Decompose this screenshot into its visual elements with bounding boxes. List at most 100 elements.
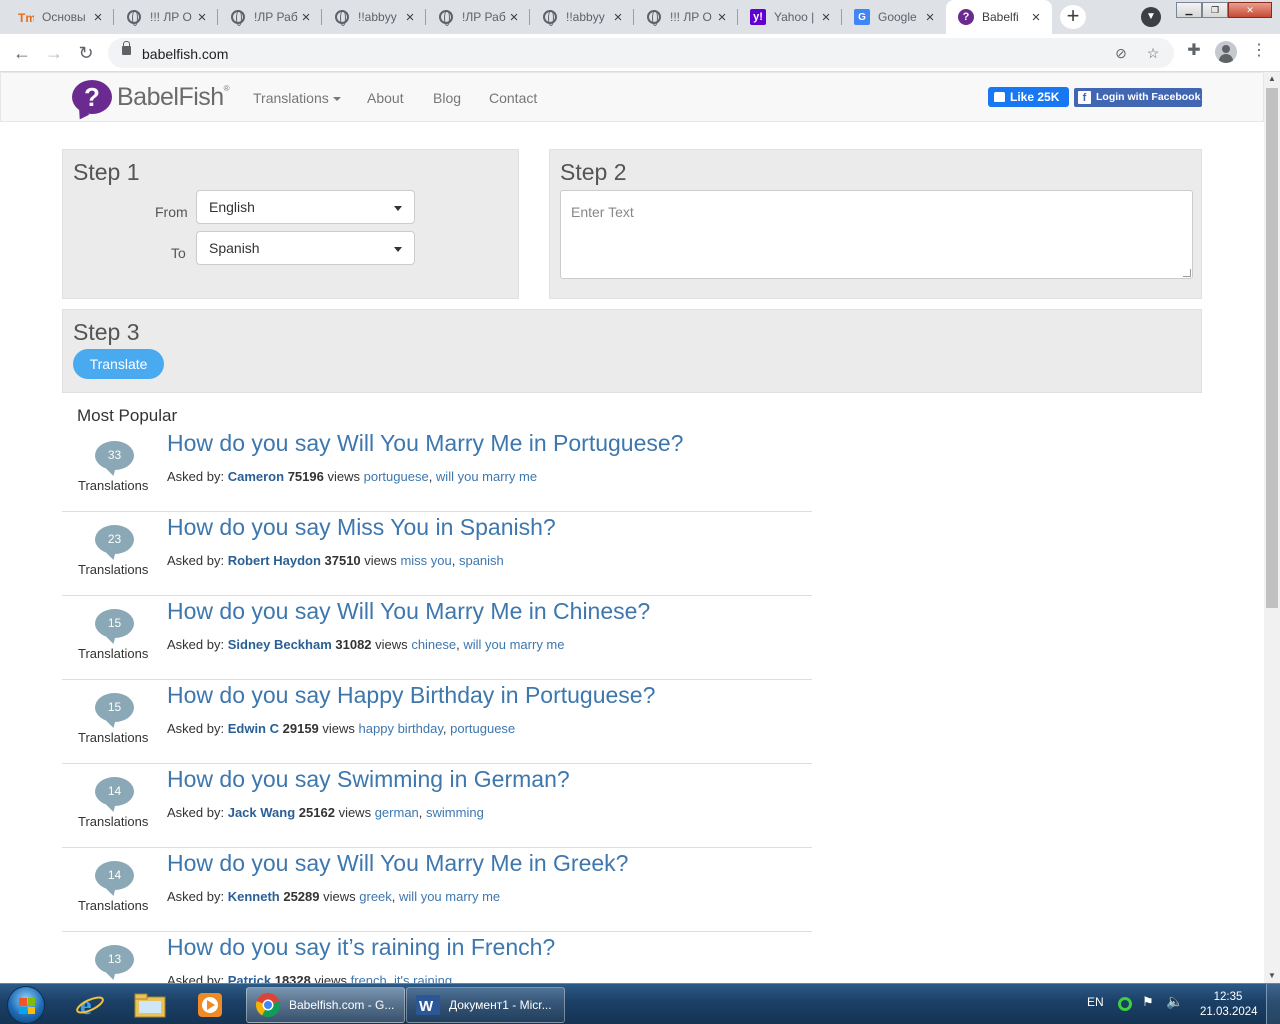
tag-link[interactable]: miss you [400, 553, 451, 568]
question-title-link[interactable]: How do you say it’s raining in French? [167, 934, 555, 961]
forward-icon[interactable]: → [41, 40, 67, 66]
file-explorer-icon[interactable] [124, 988, 176, 1022]
translation-count-badge[interactable]: 15 [95, 693, 134, 722]
to-language-select[interactable]: Spanish [196, 231, 415, 265]
eye-off-icon[interactable]: ⊘ [1112, 44, 1130, 62]
nav-translations-dropdown[interactable]: Translations [253, 90, 341, 106]
browser-tab[interactable]: y! Yahoo | × [738, 0, 842, 34]
tag-link[interactable]: german [375, 805, 419, 820]
new-tab-button[interactable]: + [1060, 5, 1086, 29]
author-link[interactable]: Cameron [228, 469, 284, 484]
tag-link[interactable]: it's raining [394, 973, 452, 983]
question-title-link[interactable]: How do you say Miss You in Spanish? [167, 514, 556, 541]
action-center-icon[interactable]: ⚑ [1142, 994, 1154, 1010]
tag-link[interactable]: swimming [426, 805, 484, 820]
taskbar-task-button[interactable]: W Документ1 - Micr... [406, 987, 565, 1023]
page-scrollbar[interactable]: ▲ ▼ [1264, 72, 1280, 983]
close-icon[interactable]: × [90, 9, 106, 26]
tag-link[interactable]: will you marry me [436, 469, 537, 484]
avatar[interactable] [1215, 41, 1237, 63]
start-button[interactable] [7, 986, 45, 1024]
nav-contact[interactable]: Contact [489, 90, 537, 106]
scroll-up-icon[interactable]: ▲ [1264, 72, 1280, 86]
tag-link[interactable]: portuguese [364, 469, 429, 484]
language-indicator[interactable]: EN [1087, 995, 1104, 1009]
close-icon[interactable]: × [818, 9, 834, 26]
question-title-link[interactable]: How do you say Will You Marry Me in Chin… [167, 598, 650, 625]
close-icon[interactable]: × [1028, 9, 1044, 26]
maximize-button[interactable]: ❐ [1202, 2, 1228, 18]
browser-tab[interactable]: Tm Основы × [0, 0, 114, 34]
close-icon[interactable]: × [922, 9, 938, 26]
question-title-link[interactable]: How do you say Swimming in German? [167, 766, 570, 793]
minimize-button[interactable]: ▁ [1176, 2, 1202, 18]
author-link[interactable]: Jack Wang [228, 805, 295, 820]
question-title-link[interactable]: How do you say Will You Marry Me in Port… [167, 430, 683, 457]
translations-label: Translations [78, 478, 149, 493]
url-text[interactable]: babelfish.com [142, 46, 228, 62]
tag-link[interactable]: chinese [411, 637, 456, 652]
nav-blog[interactable]: Blog [433, 90, 461, 106]
author-link[interactable]: Sidney Beckham [228, 637, 332, 652]
volume-icon[interactable]: 🔈 [1166, 993, 1183, 1010]
translation-count-badge[interactable]: 15 [95, 609, 134, 638]
network-status-icon[interactable] [1118, 997, 1132, 1011]
browser-tab[interactable]: !!! ЛР О × [114, 0, 218, 34]
browser-tab-active[interactable]: ? Babelfi × [946, 0, 1052, 34]
tag-link[interactable]: spanish [459, 553, 504, 568]
browser-tab[interactable]: !!abbyy × [530, 0, 634, 34]
translation-count-badge[interactable]: 13 [95, 945, 134, 974]
translation-count-badge[interactable]: 23 [95, 525, 134, 554]
nav-about[interactable]: About [367, 90, 404, 106]
close-icon[interactable]: × [714, 9, 730, 26]
scroll-down-icon[interactable]: ▼ [1264, 969, 1280, 983]
scrollbar-thumb[interactable] [1266, 88, 1278, 608]
media-player-icon[interactable] [184, 988, 236, 1022]
tag-link[interactable]: will you marry me [463, 637, 564, 652]
question-title-link[interactable]: How do you say Happy Birthday in Portugu… [167, 682, 655, 709]
back-icon[interactable]: ← [9, 40, 35, 66]
globe-icon [646, 9, 662, 26]
author-link[interactable]: Robert Haydon [228, 553, 321, 568]
translate-button[interactable]: Translate [73, 349, 164, 379]
translation-count-badge[interactable]: 14 [95, 861, 134, 890]
reload-icon[interactable]: ↻ [73, 40, 99, 66]
browser-tab[interactable]: !ЛР Раб × [218, 0, 322, 34]
author-link[interactable]: Kenneth [228, 889, 280, 904]
question-title-link[interactable]: How do you say Will You Marry Me in Gree… [167, 850, 628, 877]
browser-tab[interactable]: !ЛР Раб × [426, 0, 530, 34]
translation-count-badge[interactable]: 33 [95, 441, 134, 470]
close-icon[interactable]: × [194, 9, 210, 26]
star-icon[interactable]: ☆ [1144, 44, 1162, 62]
close-icon[interactable]: × [506, 9, 522, 26]
tag-link[interactable]: will you marry me [399, 889, 500, 904]
close-icon[interactable]: × [298, 9, 314, 26]
source-text-input[interactable]: Enter Text [560, 190, 1193, 279]
close-window-button[interactable]: ✕ [1228, 2, 1272, 18]
taskbar-task-button[interactable]: Babelfish.com - G... [246, 987, 405, 1023]
menu-icon[interactable]: ⋮ [1248, 40, 1270, 62]
translation-count-badge[interactable]: 14 [95, 777, 134, 806]
tag-link[interactable]: french [351, 973, 387, 983]
address-bar[interactable]: babelfish.com ⊘ ☆ [108, 38, 1174, 68]
facebook-like-button[interactable]: Like 25K [988, 87, 1069, 107]
browser-tab[interactable]: !!abbyy × [322, 0, 426, 34]
from-language-select[interactable]: English [196, 190, 415, 224]
show-desktop-button[interactable] [1266, 984, 1280, 1024]
author-link[interactable]: Patrick [228, 973, 271, 983]
tab-search-icon[interactable]: ▼ [1141, 7, 1161, 27]
close-icon[interactable]: × [610, 9, 626, 26]
tag-link[interactable]: happy birthday [359, 721, 443, 736]
tag-link[interactable]: portuguese [450, 721, 515, 736]
browser-tab[interactable]: !!! ЛР О × [634, 0, 738, 34]
babelfish-logo[interactable]: ? BabelFish ® [72, 80, 230, 114]
facebook-login-button[interactable]: f Login with Facebook [1074, 88, 1202, 107]
author-link[interactable]: Edwin C [228, 721, 279, 736]
close-icon[interactable]: × [402, 9, 418, 26]
puzzle-icon[interactable]: ✚ [1183, 40, 1205, 62]
system-clock[interactable]: 12:35 21.03.2024 [1200, 990, 1258, 1020]
resize-grip-icon[interactable] [1183, 269, 1191, 277]
internet-explorer-icon[interactable]: e [64, 988, 116, 1022]
browser-tab[interactable]: G Google × [842, 0, 946, 34]
tag-link[interactable]: greek [359, 889, 392, 904]
